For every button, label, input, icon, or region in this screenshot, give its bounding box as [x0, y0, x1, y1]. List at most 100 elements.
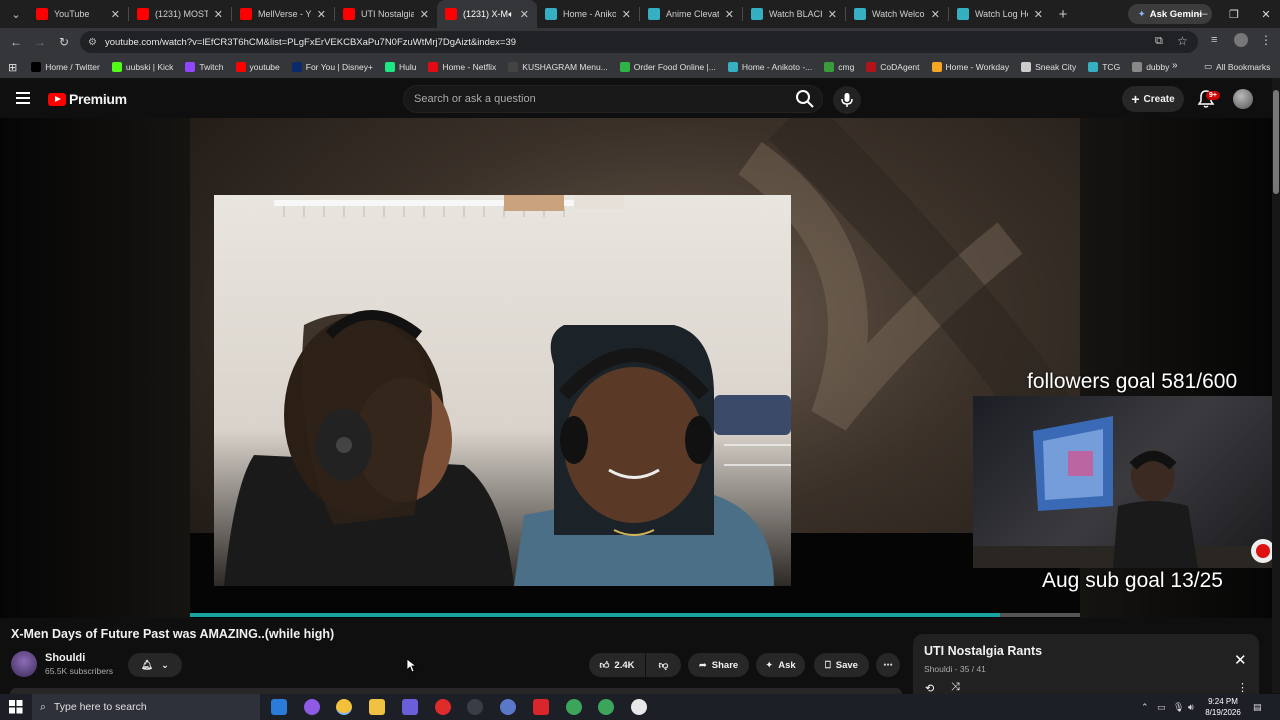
tab-close-icon[interactable]: ✕	[520, 8, 529, 21]
apps-grid-icon[interactable]: ⊞	[8, 61, 17, 74]
tab-close-icon[interactable]: ✕	[214, 8, 223, 21]
save-button[interactable]: ⎕ Save	[814, 653, 869, 677]
minimize-icon[interactable]: —	[1186, 0, 1218, 28]
bookmark-item[interactable]: Hulu	[384, 62, 416, 72]
forward-icon[interactable]: →	[28, 35, 52, 49]
create-button[interactable]: + Create	[1122, 86, 1184, 112]
obs-icon[interactable]	[467, 699, 483, 715]
share-button[interactable]: ➦ Share	[688, 653, 749, 677]
install-app-icon[interactable]: ⧉	[1155, 35, 1163, 48]
chrome-icon[interactable]	[336, 699, 352, 715]
tab-search-menu-icon[interactable]: ⌄	[4, 3, 28, 25]
tab-close-icon[interactable]: ✕	[1034, 8, 1043, 21]
bookmark-item[interactable]: dubby	[1132, 62, 1169, 72]
close-playlist-icon[interactable]: ✕	[1234, 651, 1247, 669]
edge-icon[interactable]	[271, 699, 287, 715]
tab-close-icon[interactable]: ✕	[420, 8, 429, 21]
voice-search-button[interactable]	[833, 86, 861, 114]
browser-tab[interactable]: YouTube ✕	[28, 0, 128, 28]
playlist-menu-icon[interactable]: ⋮	[1237, 681, 1248, 694]
bookmark-item[interactable]: Home - Netflix	[428, 62, 496, 72]
file-explorer-icon[interactable]	[369, 699, 385, 715]
chrome-profile-icon[interactable]	[566, 699, 582, 715]
system-clock[interactable]: 9:24 PM 8/19/2026	[1200, 696, 1246, 718]
tab-title: Watch Welcom	[872, 9, 925, 19]
mic-tray-icon[interactable]: 🎙︎	[1173, 694, 1184, 720]
browser-tab[interactable]: UTI Nostalgia R ✕	[335, 0, 437, 28]
menu-icon[interactable]	[16, 92, 30, 104]
bookmark-item[interactable]: Order Food Online |...	[619, 62, 716, 72]
bookmark-item[interactable]: cmg	[824, 62, 854, 72]
like-button[interactable]: 👍︎ 2.4K	[589, 653, 645, 677]
bookmark-item[interactable]: uubski | Kick	[111, 62, 173, 72]
app-icon-purple[interactable]	[304, 699, 320, 715]
profile-icon[interactable]	[1234, 33, 1248, 47]
all-bookmarks-button[interactable]: ▭ All Bookmarks	[1204, 61, 1270, 72]
close-window-icon[interactable]: ✕	[1250, 0, 1280, 28]
media-player-icon[interactable]	[435, 699, 451, 715]
bookmark-item[interactable]: For You | Disney+	[291, 62, 373, 72]
scrollbar-thumb[interactable]	[1273, 90, 1279, 194]
browser-menu-icon[interactable]: ⋮	[1260, 33, 1272, 47]
tab-close-icon[interactable]: ✕	[111, 8, 120, 21]
tab-close-icon[interactable]: ✕	[622, 8, 631, 21]
bookmark-star-icon[interactable]: ☆	[1177, 34, 1188, 48]
site-info-icon[interactable]: ⚙	[88, 37, 97, 48]
new-tab-button[interactable]: +	[1051, 6, 1075, 23]
tray-chevron-icon[interactable]: ⌃	[1141, 694, 1149, 720]
tab-close-icon[interactable]: ✕	[931, 8, 940, 21]
browser-tab[interactable]: (1231) X-M 🔈︎ ✕	[437, 0, 537, 28]
browser-tab[interactable]: Watch Welcom ✕	[846, 0, 948, 28]
bookmark-item[interactable]: TCG	[1088, 62, 1120, 72]
bookmark-item[interactable]: CoDAgent	[866, 62, 920, 72]
browser-tab[interactable]: Anime Clevate ✕	[640, 0, 742, 28]
reload-icon[interactable]: ↻	[52, 35, 76, 49]
bookmark-item[interactable]: Home / Twitter	[31, 62, 100, 72]
network-icon[interactable]: ▭	[1157, 694, 1166, 720]
volume-icon[interactable]: 🔊︎	[1188, 694, 1194, 720]
video-progress-bar[interactable]	[190, 613, 1080, 617]
chrome-profile-2-icon[interactable]	[598, 699, 614, 715]
youtube-logo[interactable]: Premium	[48, 91, 127, 107]
more-bookmarks-icon[interactable]: »	[1172, 60, 1178, 71]
browser-tab[interactable]: (1231) MOST D ✕	[129, 0, 231, 28]
ask-button[interactable]: ✦ Ask	[756, 653, 805, 677]
browser-tab[interactable]: Home - Aniko ✕	[537, 0, 639, 28]
address-bar[interactable]: ⚙ youtube.com/watch?v=lEfCR3T6hCM&list=P…	[80, 31, 1198, 53]
browser-tab[interactable]: Watch BLACK T ✕	[743, 0, 845, 28]
windows-start-icon[interactable]	[9, 700, 23, 714]
acrobat-icon[interactable]	[533, 699, 549, 715]
video-player[interactable]: followers goal 581/600 Aug sub goal 13/2…	[0, 118, 1272, 618]
browser-tab[interactable]: Watch Log Ho ✕	[949, 0, 1051, 28]
tab-close-icon[interactable]: ✕	[725, 8, 734, 21]
bookmark-item[interactable]: Home - Workday	[931, 62, 1009, 72]
notification-center-icon[interactable]: ▤	[1253, 694, 1262, 720]
taskbar-search-input[interactable]: ⌕ Type here to search	[32, 694, 260, 720]
account-avatar[interactable]	[1233, 89, 1253, 109]
clock-app-icon[interactable]	[631, 699, 647, 715]
channel-name[interactable]: Shouldi	[45, 652, 85, 664]
search-icon[interactable]	[795, 89, 815, 109]
tab-close-icon[interactable]: ✕	[828, 8, 837, 21]
subscribed-notifications-button[interactable]: 🔔︎ ⌄	[128, 653, 182, 677]
page-scrollbar[interactable]	[1272, 78, 1280, 693]
tab-close-icon[interactable]: ✕	[317, 8, 326, 21]
more-actions-icon[interactable]: ⋯	[876, 653, 900, 677]
dislike-button[interactable]: 👎︎	[646, 653, 681, 677]
bookmark-item[interactable]: Home - Anikoto -...	[727, 62, 812, 72]
bookmark-item[interactable]: Sneak City	[1021, 62, 1076, 72]
bookmark-item[interactable]: KUSHAGRAM Menu...	[508, 62, 608, 72]
app-icon-blue[interactable]	[500, 699, 516, 715]
bookmark-item[interactable]: youtube	[235, 62, 280, 72]
restore-icon[interactable]: ❐	[1218, 0, 1250, 28]
browser-tab[interactable]: MellVerse - Yo ✕	[232, 0, 334, 28]
shuffle-icon[interactable]: ⤨	[951, 681, 960, 694]
reading-list-icon[interactable]: ≡	[1211, 34, 1217, 46]
bookmark-item[interactable]: Twitch	[185, 62, 224, 72]
tab-audio-icon[interactable]: 🔈︎	[508, 9, 513, 20]
search-input[interactable]: Search or ask a question	[403, 85, 823, 113]
channel-avatar[interactable]	[11, 651, 37, 677]
back-icon[interactable]: ←	[4, 35, 28, 49]
playlist-title[interactable]: UTI Nostalgia Rants	[924, 644, 1042, 658]
game-app-icon[interactable]	[402, 699, 418, 715]
